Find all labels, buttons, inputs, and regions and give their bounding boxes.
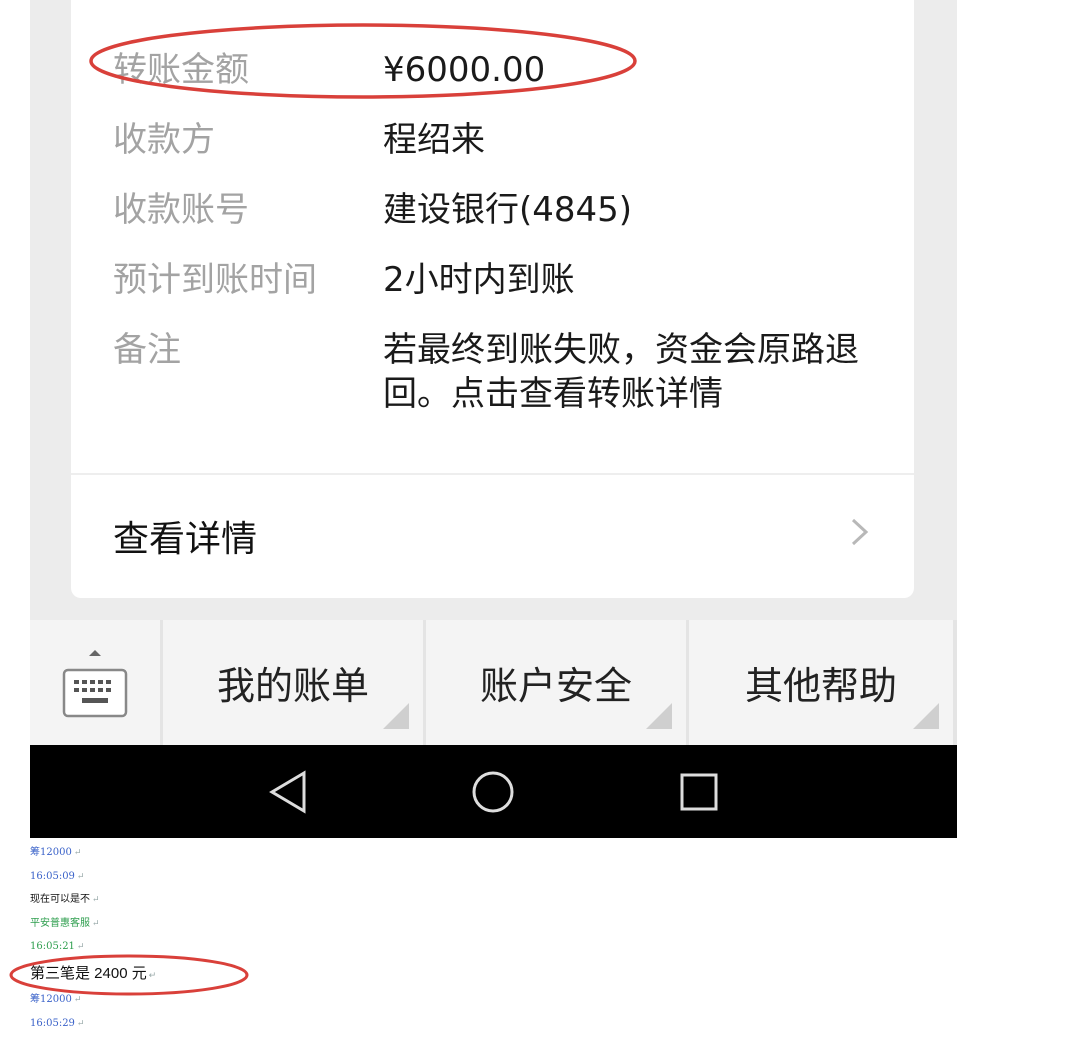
back-icon[interactable] <box>266 767 310 817</box>
menu-item-label: 我的账单 <box>216 664 369 708</box>
android-nav-bar <box>30 745 957 838</box>
row-label: 备注 <box>113 330 181 370</box>
corner-triangle-icon <box>913 703 939 729</box>
chat-message: 现在可以是不 ↵ <box>30 894 100 905</box>
highlight-ellipse-amount <box>89 23 637 99</box>
menu-item-other-help[interactable]: 其他帮助 <box>689 620 953 745</box>
chat-timestamp: 16:05:29 ↵ <box>30 1017 85 1029</box>
divider <box>71 473 914 475</box>
chat-log: 筹12000 ↵ 16:05:09 ↵ 现在可以是不 ↵ 平安普惠客服 ↵ 16:05:… <box>30 845 430 1039</box>
row-label: 收款账号 <box>113 190 249 230</box>
keyboard-toggle-button[interactable] <box>30 620 160 745</box>
row-value: 建设银行(4845) <box>383 190 633 230</box>
recent-apps-icon[interactable] <box>677 767 721 817</box>
chevron-right-icon[interactable] <box>842 515 876 549</box>
menu-item-label: 其他帮助 <box>744 664 897 708</box>
chat-sender: 筹12000 ↵ <box>30 847 82 858</box>
keyboard-icon <box>62 650 128 718</box>
menu-item-account-security[interactable]: 账户安全 <box>426 620 686 745</box>
corner-triangle-icon <box>646 703 672 729</box>
highlight-ellipse-message <box>9 954 249 996</box>
view-details-link[interactable]: 查看详情 <box>113 510 257 562</box>
corner-triangle-icon <box>383 703 409 729</box>
menu-item-label: 账户安全 <box>479 664 632 708</box>
home-icon[interactable] <box>470 767 516 817</box>
service-menu: 我的账单 账户安全 其他帮助 <box>30 620 957 745</box>
chat-timestamp: 16:05:09 ↵ <box>30 870 85 882</box>
phone-screenshot: 转账金额 ¥6000.00 收款方 程绍来 收款账号 建设银行(4845) 预计… <box>30 0 957 838</box>
chat-sender: 平安普惠客服 ↵ <box>30 917 100 929</box>
row-label: 预计到账时间 <box>113 260 317 300</box>
row-value: 2小时内到账 <box>383 260 575 300</box>
row-value: 若最终到账失败，资金会原路退回。点击查看转账详情 <box>383 330 859 414</box>
row-value: 程绍来 <box>383 120 485 160</box>
row-label: 收款方 <box>113 120 215 160</box>
menu-item-my-bill[interactable]: 我的账单 <box>163 620 423 745</box>
